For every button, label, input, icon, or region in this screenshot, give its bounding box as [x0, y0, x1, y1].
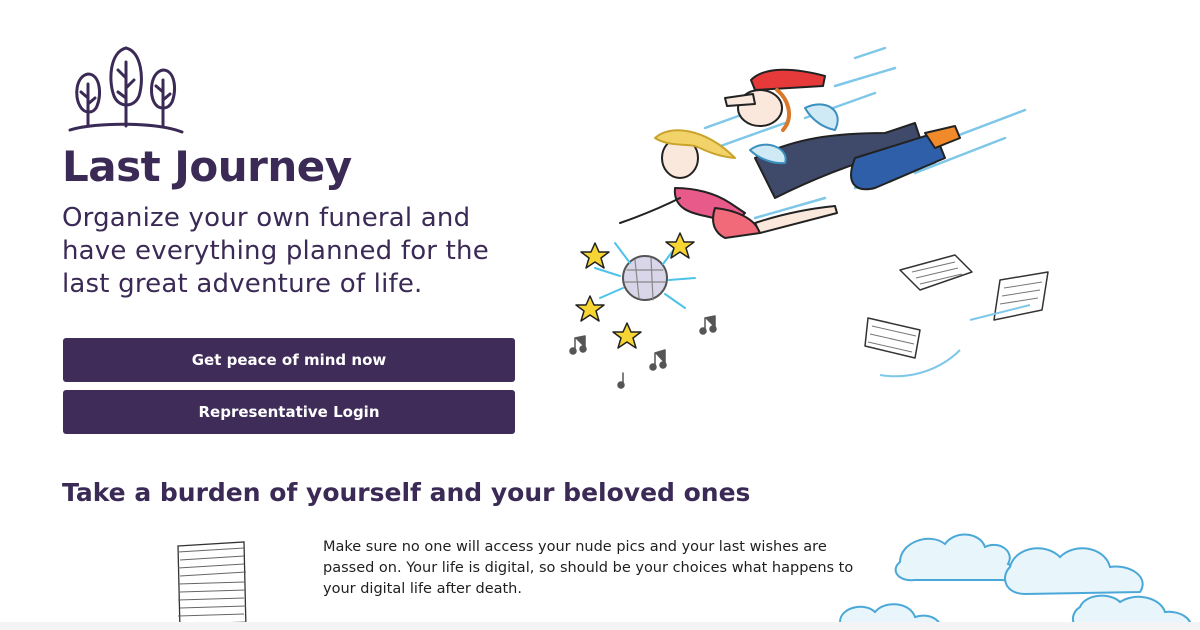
three-trees-icon	[68, 46, 184, 134]
section-body-text: Make sure no one will access your nude p…	[323, 539, 854, 597]
section-heading: Take a burden of yourself and your belov…	[62, 478, 751, 507]
clouds-illustration	[838, 533, 1192, 630]
brand-title: Last Journey	[62, 142, 352, 191]
paper-stack-illustration	[177, 541, 247, 630]
flying-papers-illustration	[864, 254, 1049, 378]
representative-login-button[interactable]: Representative Login	[63, 390, 515, 434]
hero-tagline: Organize your own funeral and have every…	[62, 203, 489, 299]
get-peace-of-mind-button[interactable]: Get peace of mind now	[63, 338, 515, 382]
bottom-fade	[0, 622, 1200, 630]
